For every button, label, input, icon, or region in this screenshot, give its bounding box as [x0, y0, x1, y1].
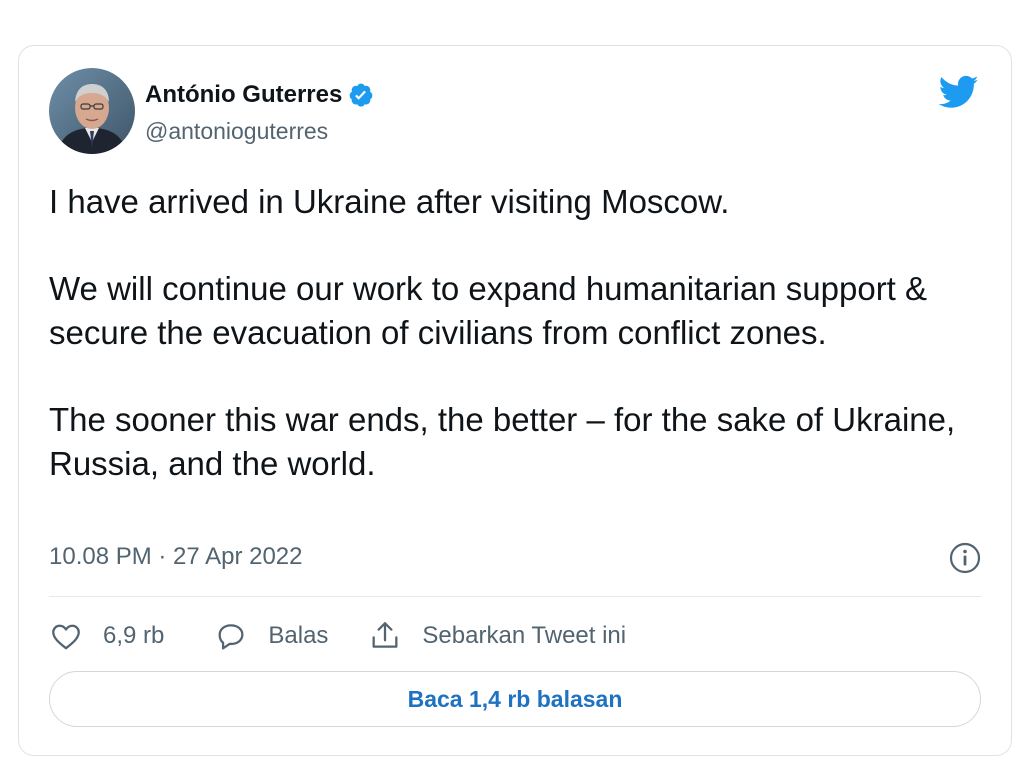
like-count: 6,9 rb [103, 622, 165, 649]
like-button[interactable]: 6,9 rb [49, 619, 164, 653]
author-display-name[interactable]: António Guterres [145, 81, 342, 109]
tweet-timestamp[interactable]: 10.08 PM · 27 Apr 2022 [49, 543, 303, 571]
tweet-paragraph: I have arrived in Ukraine after visiting… [49, 183, 730, 220]
tweet-text: I have arrived in Ukraine after visiting… [49, 180, 989, 486]
tweet-card: António Guterres @antonioguterres I have… [18, 45, 1012, 756]
read-replies-button[interactable]: Baca 1,4 rb balasan [49, 671, 981, 727]
share-button[interactable]: Sebarkan Tweet ini [368, 619, 626, 653]
share-upload-icon [372, 622, 398, 648]
reply-button[interactable]: Balas [214, 619, 328, 653]
avatar[interactable] [49, 68, 135, 154]
action-bar: 6,9 rb Balas Sebarkan Tweet ini [49, 616, 626, 656]
tweet-paragraph: The sooner this war ends, the better – f… [49, 401, 956, 482]
tweet-paragraph: We will continue our work to expand huma… [49, 270, 928, 351]
divider [49, 596, 981, 597]
verified-badge-icon [348, 82, 374, 108]
author-handle[interactable]: @antonioguterres [145, 118, 328, 145]
speech-bubble-icon [218, 624, 244, 650]
reply-label: Balas [268, 622, 329, 649]
twitter-bird-icon[interactable] [937, 72, 981, 112]
heart-icon [52, 624, 80, 650]
info-icon[interactable] [949, 542, 981, 574]
share-label: Sebarkan Tweet ini [422, 622, 627, 649]
author-row: António Guterres [145, 80, 374, 110]
